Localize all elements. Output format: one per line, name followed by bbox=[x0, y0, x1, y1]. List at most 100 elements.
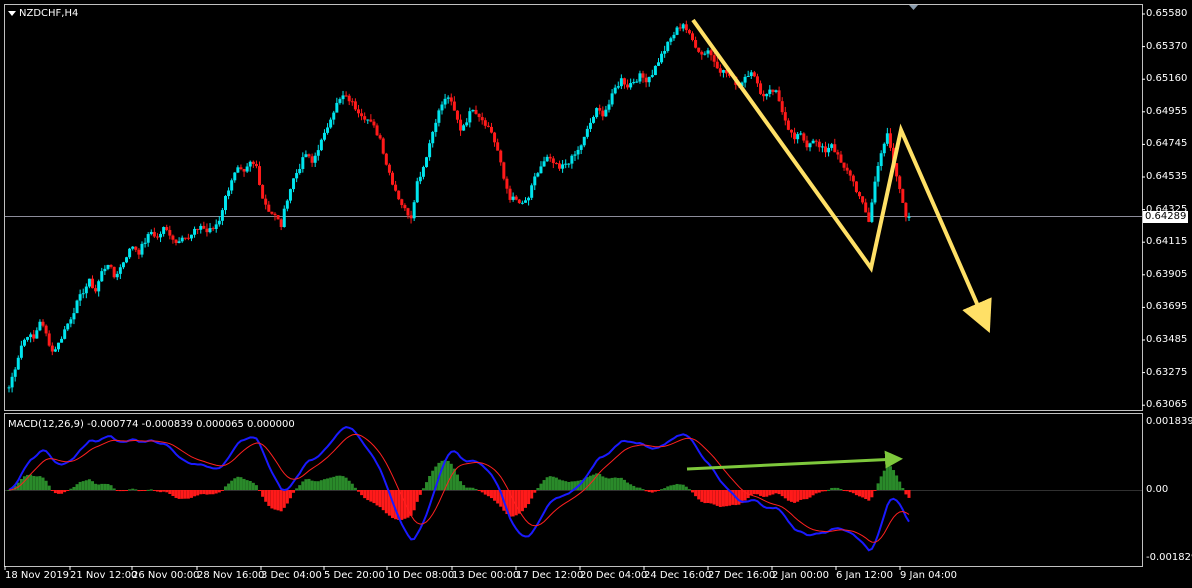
candle-body bbox=[449, 97, 453, 102]
macd-histogram-bar bbox=[171, 490, 175, 496]
macd-histogram-bar bbox=[836, 487, 840, 490]
macd-histogram-bar bbox=[687, 489, 691, 491]
macd-histogram-bar bbox=[298, 485, 302, 490]
macd-histogram-bar bbox=[793, 490, 797, 503]
candle-body bbox=[53, 349, 57, 352]
candle-body bbox=[848, 170, 852, 176]
macd-histogram-bar bbox=[650, 490, 654, 493]
candle-body bbox=[84, 286, 88, 294]
candle-body bbox=[149, 231, 153, 235]
candle-body bbox=[823, 146, 827, 153]
macd-histogram-bar bbox=[421, 488, 425, 490]
candle-body bbox=[208, 228, 212, 233]
candle-body bbox=[601, 110, 605, 117]
candle-body bbox=[437, 110, 441, 123]
candle-body bbox=[477, 113, 481, 118]
macd-histogram-bar bbox=[29, 474, 33, 490]
candle-body bbox=[554, 163, 558, 165]
candle-body bbox=[820, 146, 824, 148]
macd-histogram-bar bbox=[468, 487, 472, 490]
macd-histogram-bar bbox=[783, 490, 787, 499]
candle-body bbox=[69, 319, 73, 324]
macd-histogram-bar bbox=[805, 490, 809, 500]
macd-histogram-bar bbox=[545, 477, 549, 490]
candle-body bbox=[514, 196, 518, 200]
macd-histogram-bar bbox=[103, 483, 107, 490]
candle-body bbox=[125, 257, 129, 263]
time-tick-label: 3 Dec 04:00 bbox=[261, 570, 322, 581]
macd-histogram-bar bbox=[848, 490, 852, 493]
time-tick-label: 9 Jan 04:00 bbox=[900, 570, 957, 581]
macd-histogram-bar bbox=[548, 476, 552, 490]
candle-body bbox=[193, 228, 197, 235]
candle-body bbox=[363, 116, 367, 120]
macd-histogram-bar bbox=[712, 490, 716, 505]
candle-body bbox=[341, 95, 345, 100]
macd-histogram-bar bbox=[892, 470, 896, 490]
time-tick-label: 24 Dec 16:00 bbox=[644, 570, 712, 581]
candle-body bbox=[350, 101, 354, 103]
macd-histogram-bar bbox=[162, 490, 166, 492]
candle-body bbox=[400, 199, 404, 206]
candle-body bbox=[536, 173, 540, 177]
macd-histogram-bar bbox=[777, 490, 781, 495]
candle-body bbox=[353, 101, 357, 110]
candle-body bbox=[796, 134, 800, 140]
macd-histogram-bar bbox=[489, 490, 493, 499]
candle-body bbox=[19, 345, 23, 358]
candle-body bbox=[109, 264, 113, 267]
macd-histogram-bar bbox=[660, 489, 664, 491]
candle-body bbox=[344, 95, 348, 97]
macd-histogram-bar bbox=[462, 485, 466, 490]
candle-body bbox=[245, 166, 249, 172]
candle-body bbox=[366, 119, 370, 121]
candle-body bbox=[706, 50, 710, 54]
candle-body bbox=[808, 143, 812, 148]
macd-histogram-bar bbox=[564, 481, 568, 490]
macd-histogram-bar bbox=[709, 490, 713, 504]
candle-body bbox=[861, 196, 865, 203]
candle-body bbox=[434, 122, 438, 132]
candle-body bbox=[29, 334, 33, 338]
candle-body bbox=[403, 205, 407, 209]
macd-histogram-bar bbox=[851, 490, 855, 494]
price-tick-label: 0.64745 bbox=[1146, 138, 1188, 150]
candle-body bbox=[505, 178, 509, 189]
macd-tick-label: 0.001839 bbox=[1146, 416, 1192, 427]
macd-histogram-bar bbox=[904, 490, 908, 495]
candle-body bbox=[258, 166, 262, 185]
macd-histogram-bar bbox=[629, 484, 633, 490]
macd-histogram-bar bbox=[276, 490, 280, 511]
candle-body bbox=[712, 55, 716, 62]
time-tick-label: 17 Dec 12:00 bbox=[516, 570, 584, 581]
macd-histogram-bar bbox=[455, 474, 459, 490]
macd-histogram-bar bbox=[316, 481, 320, 490]
candle-body bbox=[694, 40, 698, 48]
macd-histogram-bar bbox=[251, 482, 255, 490]
macd-histogram-bar bbox=[279, 490, 283, 512]
dropdown-icon[interactable] bbox=[8, 10, 16, 16]
macd-histogram-bar bbox=[38, 476, 42, 490]
candle-body bbox=[564, 163, 568, 165]
candle-body bbox=[143, 242, 147, 244]
chart-canvas[interactable] bbox=[0, 0, 1192, 588]
candle-body bbox=[254, 164, 258, 167]
macd-histogram-bar bbox=[202, 490, 206, 495]
candle-body bbox=[570, 155, 574, 164]
candle-body bbox=[864, 202, 868, 213]
candle-body bbox=[839, 154, 843, 163]
macd-histogram-bar bbox=[864, 490, 868, 500]
candle-body bbox=[115, 273, 119, 278]
time-tick-label: 10 Dec 08:00 bbox=[387, 570, 455, 581]
macd-histogram-bar bbox=[870, 490, 874, 498]
candle-body bbox=[10, 376, 14, 388]
candle-body bbox=[251, 161, 255, 165]
macd-histogram-bar bbox=[53, 490, 57, 494]
macd-histogram-bar bbox=[233, 478, 237, 490]
candle-body bbox=[285, 200, 289, 209]
candle-body bbox=[295, 173, 299, 179]
macd-histogram-bar bbox=[106, 484, 110, 490]
candle-body bbox=[375, 125, 379, 136]
macd-histogram-bar bbox=[567, 481, 571, 490]
candle-body bbox=[641, 73, 645, 78]
